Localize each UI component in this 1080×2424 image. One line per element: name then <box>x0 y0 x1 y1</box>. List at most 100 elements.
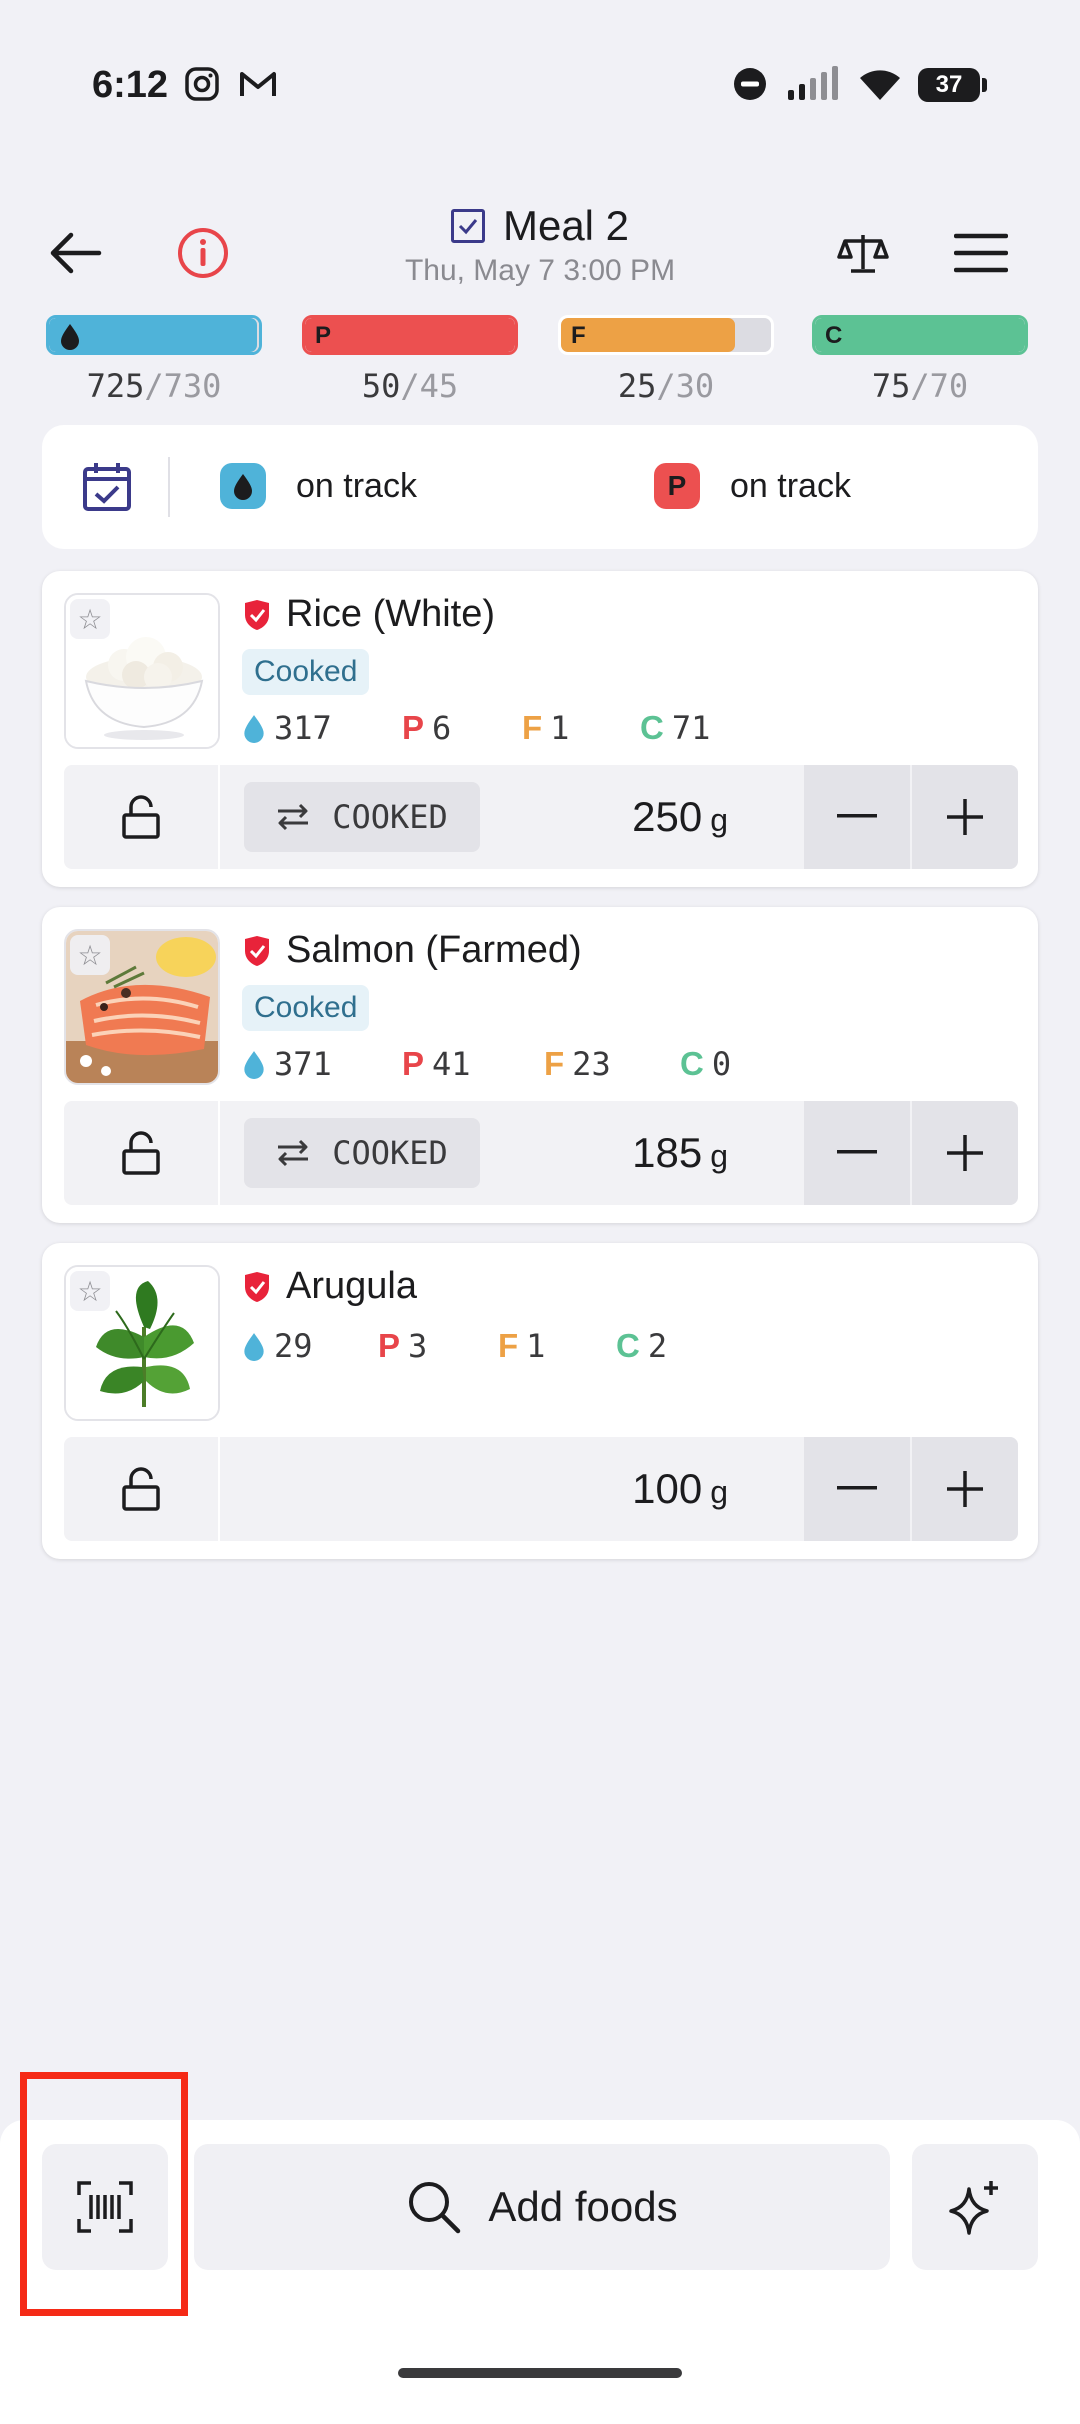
signal-icon <box>786 66 844 107</box>
meal-checkbox-icon[interactable] <box>450 209 485 243</box>
quantity-value[interactable]: 185 g <box>632 1129 728 1177</box>
flame-drop-icon <box>220 463 266 509</box>
gmail-icon <box>238 66 278 107</box>
energy-tracking-status: on track <box>220 463 417 509</box>
energy-bar <box>46 315 262 355</box>
food-macros: 371 P 41 F 23 C0 <box>242 1045 731 1083</box>
fat-value: 25/30 <box>617 367 715 405</box>
food-image-salmon[interactable]: ☆ <box>64 929 220 1085</box>
increase-quantity-button[interactable] <box>912 1101 1018 1205</box>
energy-status-text: on track <box>296 466 417 505</box>
home-indicator[interactable] <box>398 2368 682 2378</box>
flame-drop-icon <box>59 322 81 352</box>
minus-icon <box>837 1150 877 1154</box>
arrow-left-icon <box>47 231 103 280</box>
star-icon[interactable]: ☆ <box>70 935 110 975</box>
food-protein: P3 <box>378 1327 428 1365</box>
increase-quantity-button[interactable] <box>912 1437 1018 1541</box>
food-name-row: Rice (White) <box>242 593 495 636</box>
do-not-disturb-icon <box>732 66 768 107</box>
status-time: 6:12 <box>92 64 169 106</box>
food-image-rice[interactable]: ☆ <box>64 593 220 749</box>
food-energy: 29 <box>242 1327 378 1365</box>
food-energy: 371 <box>242 1045 402 1083</box>
food-protein: P 41 <box>402 1045 471 1083</box>
star-icon[interactable]: ☆ <box>70 599 110 639</box>
flame-drop-icon <box>244 1051 264 1079</box>
ai-assistant-button[interactable] <box>912 2144 1038 2270</box>
food-card[interactable]: ☆ Arugula 29 P3 F1 C2 100 g <box>42 1243 1038 1559</box>
protein-tracking-status: P on track <box>654 463 851 509</box>
food-card[interactable]: ☆ Rice (White) Cooked 317 P6 F1 C 71 COO… <box>42 571 1038 887</box>
calendar-check-icon[interactable] <box>82 461 132 518</box>
plus-icon <box>947 1471 983 1507</box>
food-fat: F1 <box>498 1327 546 1365</box>
red-shield-check-icon <box>242 935 272 967</box>
meal-title: Meal 2 <box>502 202 630 249</box>
menu-button[interactable] <box>946 220 1016 290</box>
star-icon[interactable]: ☆ <box>70 1271 110 1311</box>
food-protein: P6 <box>402 709 452 747</box>
plus-icon <box>947 799 983 835</box>
meal-title-block[interactable]: Meal 2 Thu, May 7 3:00 PM <box>300 202 780 288</box>
food-carbs: C0 <box>680 1045 732 1083</box>
unlock-icon <box>122 1467 160 1511</box>
preparation-tag: Cooked <box>242 649 370 695</box>
quantity-value[interactable]: 100 g <box>632 1465 728 1513</box>
food-image-arugula[interactable]: ☆ <box>64 1265 220 1421</box>
lock-button[interactable] <box>64 1101 220 1205</box>
protein-status-text: on track <box>730 466 851 505</box>
lock-button[interactable] <box>64 1437 220 1541</box>
decrease-quantity-button[interactable] <box>804 1437 910 1541</box>
carbs-macro[interactable]: C 75/70 <box>812 315 1028 405</box>
protein-bar: P <box>302 315 518 355</box>
search-icon <box>409 2182 461 2234</box>
carbs-bar-fill <box>815 318 1025 352</box>
carbs-bar: C <box>812 315 1028 355</box>
decrease-quantity-button[interactable] <box>804 765 910 869</box>
swap-arrows-icon <box>278 1139 309 1167</box>
unlock-icon <box>122 795 160 839</box>
energy-value: 725/730 <box>86 367 222 405</box>
food-energy: 317 <box>242 709 402 747</box>
info-button[interactable] <box>168 220 238 290</box>
divider <box>168 457 170 517</box>
wifi-icon <box>858 66 902 107</box>
protein-macro[interactable]: P 50/45 <box>302 315 518 405</box>
macro-progress-row: 725/730 P 50/45 F 25/30 C 75/70 <box>46 315 1036 405</box>
swap-arrows-icon <box>278 803 309 831</box>
energy-macro[interactable]: 725/730 <box>46 315 262 405</box>
barcode-button-highlight <box>20 2072 188 2316</box>
cooked-toggle-button[interactable]: COOKED <box>244 782 480 852</box>
back-button[interactable] <box>40 220 110 290</box>
tracking-status-card[interactable]: on track P on track <box>42 425 1038 549</box>
add-foods-button[interactable]: Add foods <box>194 2144 890 2270</box>
food-card[interactable]: ☆ Salmon (Farmed) Cooked 371 P 41 F 23 C0 <box>42 907 1038 1223</box>
food-name-row: Salmon (Farmed) <box>242 929 582 972</box>
carbs-letter: C <box>825 322 843 349</box>
protein-letter: P <box>315 322 332 349</box>
lock-button[interactable] <box>64 765 220 869</box>
minus-icon <box>837 814 877 818</box>
scale-button[interactable] <box>828 220 898 290</box>
carbs-value: 75/70 <box>871 367 969 405</box>
quantity-control-row: COOKED 250 g <box>64 765 1018 869</box>
food-fat: F 23 <box>544 1045 611 1083</box>
quantity-control-row: COOKED 185 g <box>64 1101 1018 1205</box>
unlock-icon <box>122 1131 160 1175</box>
instagram-icon <box>184 66 220 107</box>
protein-value: 50/45 <box>361 367 459 405</box>
minus-icon <box>837 1486 877 1490</box>
food-carbs: C2 <box>616 1327 668 1365</box>
quantity-value[interactable]: 250 g <box>632 793 728 841</box>
fat-macro[interactable]: F 25/30 <box>558 315 774 405</box>
food-name: Arugula <box>286 1265 417 1307</box>
increase-quantity-button[interactable] <box>912 765 1018 869</box>
flame-drop-icon <box>244 1333 264 1361</box>
preparation-tag: Cooked <box>242 985 370 1031</box>
decrease-quantity-button[interactable] <box>804 1101 910 1205</box>
ai-sparkle-icon <box>949 2181 998 2235</box>
cooked-toggle-button[interactable]: COOKED <box>244 1118 480 1188</box>
food-name: Salmon (Farmed) <box>286 929 582 971</box>
meal-header: Meal 2 Thu, May 7 3:00 PM <box>0 190 1080 320</box>
